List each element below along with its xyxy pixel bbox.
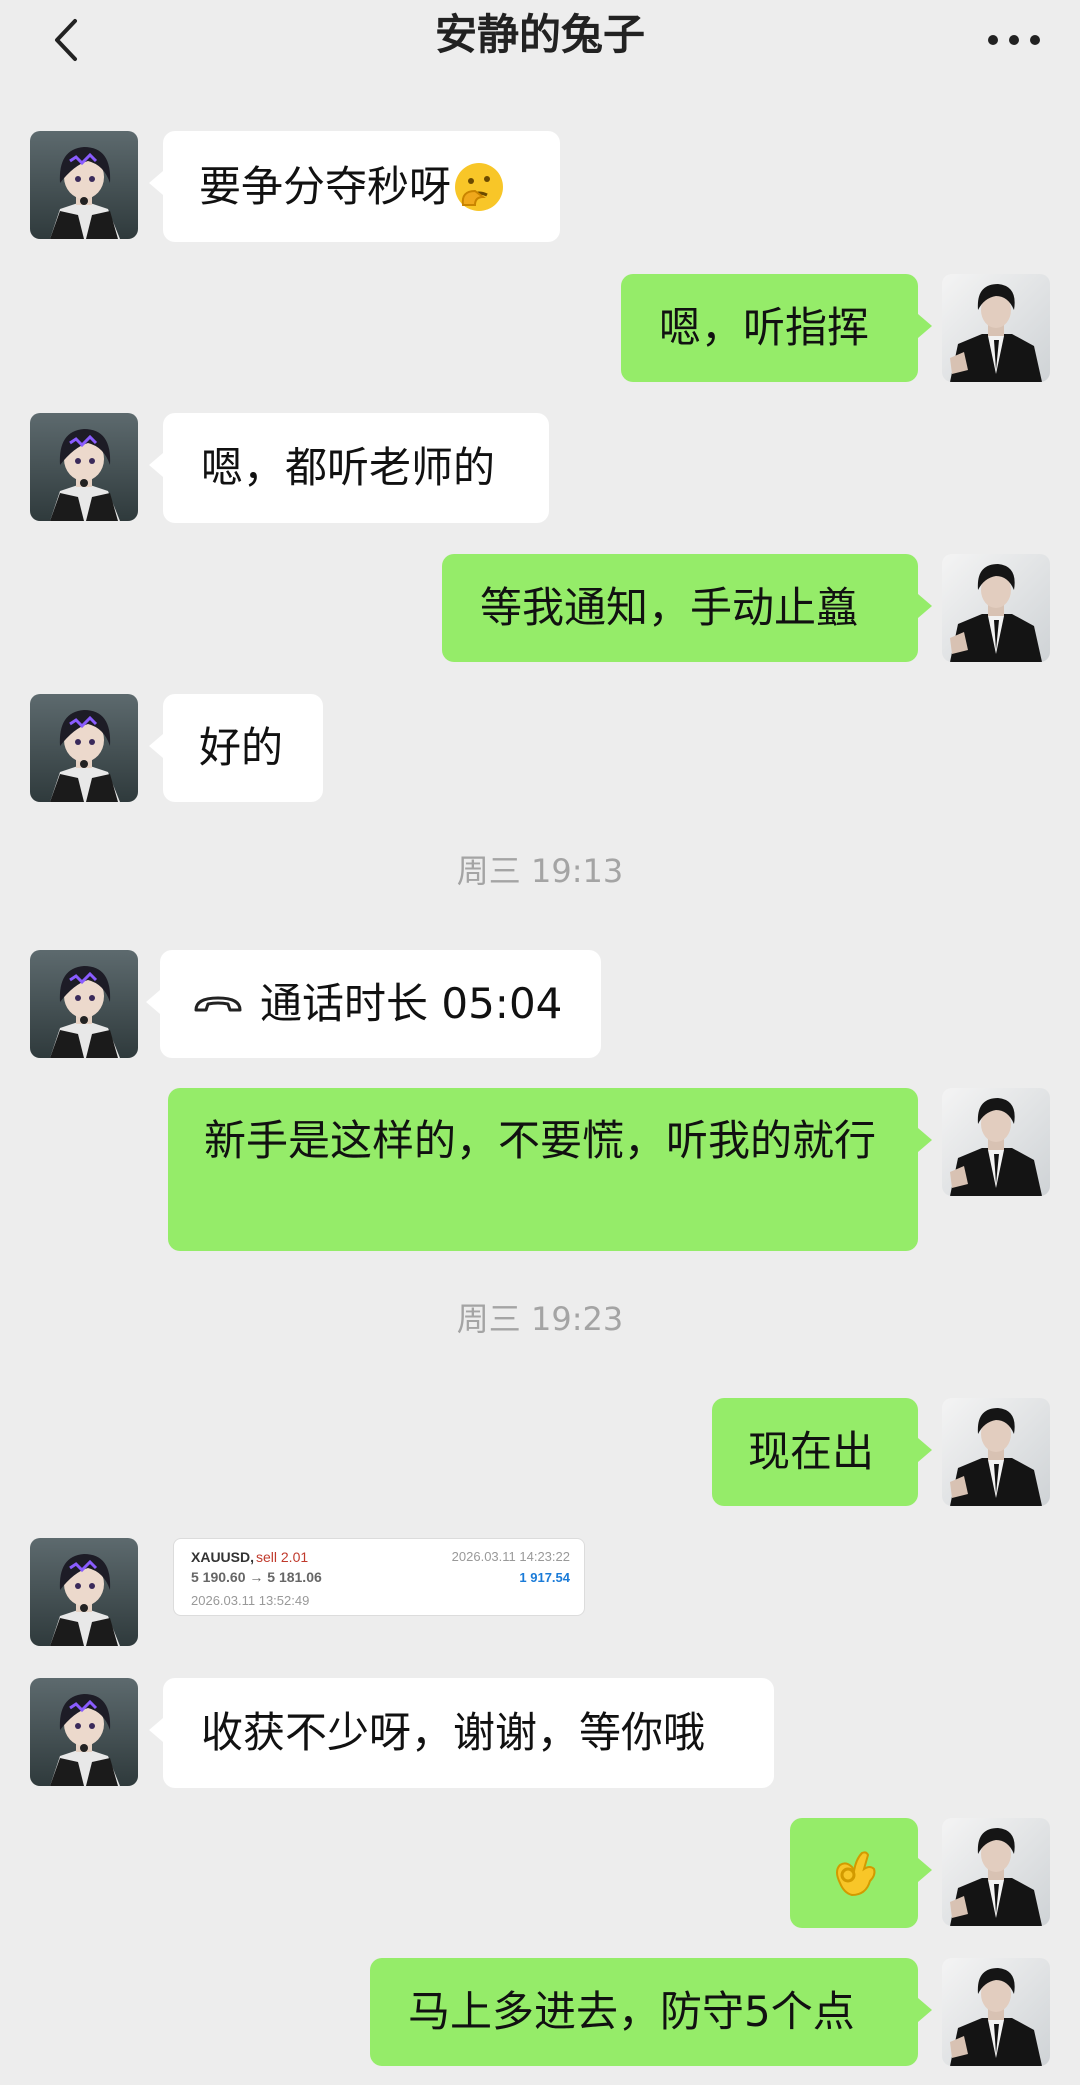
timestamp: 周三 19:13 (456, 852, 624, 890)
message-text: 马上多进去，防守5个点 (408, 1987, 855, 2036)
ok-hand-emoji (836, 1851, 876, 1897)
call-duration-text: 通话时长 05:04 (260, 979, 563, 1028)
message-bubble[interactable]: 马上多进去，防守5个点 (370, 1958, 932, 2066)
contact-avatar[interactable] (30, 1538, 138, 1646)
message-text: 收获不少呀，谢谢，等你哦 (201, 1708, 706, 1757)
message-bubble[interactable]: 要争分夺秒呀 (149, 131, 560, 242)
trade-side: sell 2.01 (256, 1549, 309, 1565)
my-avatar[interactable] (942, 1088, 1050, 1196)
message-bubble[interactable]: 等我通知，手动止蠤 (442, 554, 932, 662)
chat-title: 安静的兔子 (434, 10, 645, 59)
emoji-bubble[interactable] (790, 1818, 932, 1928)
contact-avatar[interactable] (30, 131, 138, 239)
contact-avatar[interactable] (30, 694, 138, 802)
message-text: 要争分夺秒呀 (199, 161, 452, 211)
message-bubble[interactable]: 好的 (149, 694, 323, 802)
trade-open-time: 2026.03.11 13:52:49 (191, 1593, 310, 1608)
message-text: 嗯，都听老师的 (201, 443, 496, 492)
phone-hangup-icon (194, 996, 242, 1012)
my-avatar[interactable] (942, 1398, 1050, 1506)
chat-header: 安静的兔子 (0, 0, 1080, 80)
my-avatar[interactable] (942, 274, 1050, 382)
message-text: 现在出 (748, 1427, 875, 1476)
message-bubble[interactable]: 现在出 (712, 1398, 932, 1506)
more-dots-icon (988, 35, 1040, 45)
message-text: 好的 (199, 723, 284, 772)
my-avatar[interactable] (942, 554, 1050, 662)
trade-screenshot-card[interactable]: XAUUSD, sell 2.01 2026.03.11 14:23:22 5 … (173, 1538, 585, 1616)
thinking-face-emoji (455, 162, 504, 211)
call-record-bubble[interactable]: 通话时长 05:04 (146, 950, 601, 1058)
contact-avatar[interactable] (30, 413, 138, 521)
trade-close-time: 2026.03.11 14:23:22 (451, 1549, 570, 1564)
message-bubble[interactable]: 嗯，听指挥 (621, 274, 932, 382)
trade-prices: 5 190.60 → 5 181.06 (191, 1569, 322, 1585)
trade-profit: 1 917.54 (519, 1570, 570, 1585)
message-text: 嗯，听指挥 (659, 303, 870, 352)
message-text: 等我通知，手动止蠤 (480, 583, 859, 632)
my-avatar[interactable] (942, 1958, 1050, 2066)
contact-avatar[interactable] (30, 950, 138, 1058)
message-text: 新手是这样的，不要慌，听我的就行 (204, 1116, 877, 1165)
message-bubble[interactable]: 收获不少呀，谢谢，等你哦 (149, 1678, 774, 1788)
contact-avatar[interactable] (30, 1678, 138, 1786)
message-bubble[interactable]: 嗯，都听老师的 (149, 413, 549, 523)
message-bubble[interactable]: 新手是这样的，不要慌，听我的就行 (168, 1088, 932, 1251)
trade-symbol: XAUUSD, (191, 1549, 255, 1565)
more-button[interactable] (984, 10, 1044, 70)
my-avatar[interactable] (942, 1818, 1050, 1926)
timestamp: 周三 19:23 (456, 1300, 624, 1338)
